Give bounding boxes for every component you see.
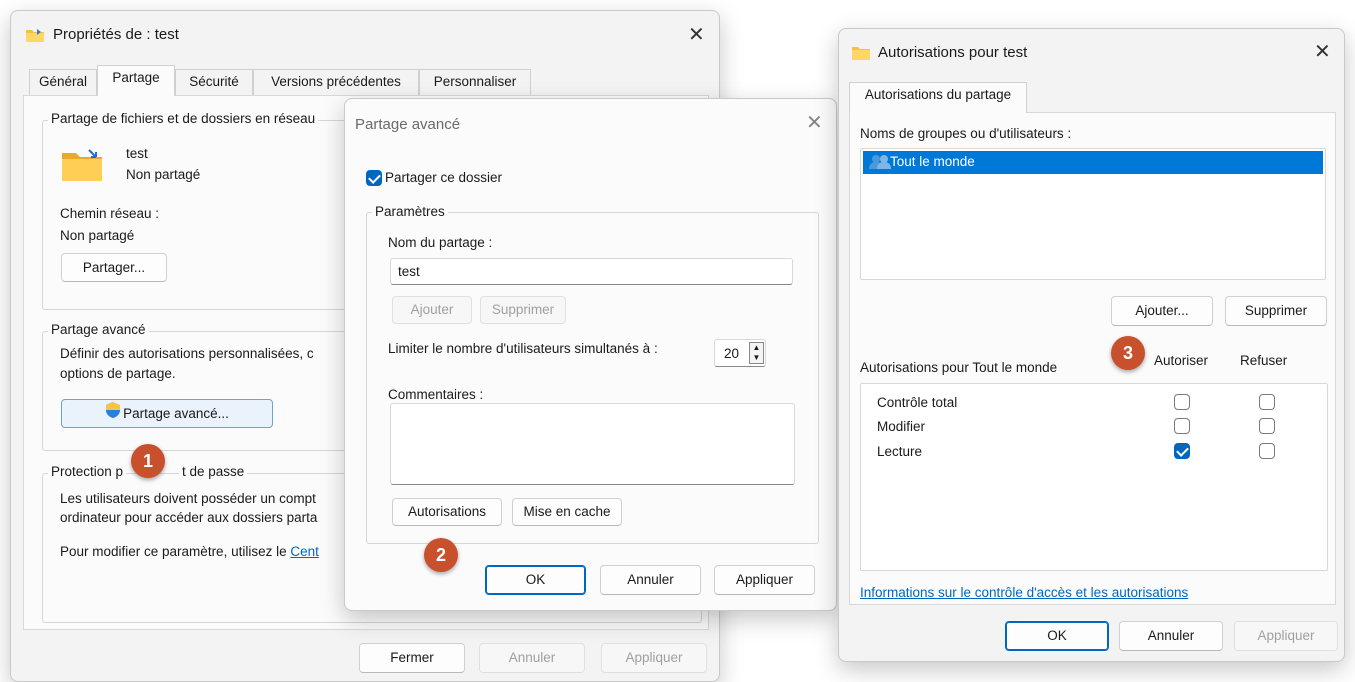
users-list[interactable]: Tout le monde xyxy=(860,148,1326,280)
add-button[interactable]: Ajouter... xyxy=(1111,296,1213,326)
user-name: Tout le monde xyxy=(890,154,975,169)
cache-button[interactable]: Mise en cache xyxy=(512,498,622,526)
user-limit-label: Limiter le nombre d'utilisateurs simulta… xyxy=(388,341,658,356)
share-name-value: test xyxy=(398,264,420,279)
share-folder-label: Partager ce dossier xyxy=(385,170,503,185)
access-control-info-link[interactable]: Informations sur le contrôle d'accès et … xyxy=(860,585,1188,600)
share-folder-checkbox[interactable] xyxy=(366,170,382,186)
close-button[interactable]: Fermer xyxy=(359,643,465,673)
folder-icon xyxy=(25,27,45,46)
settings-group-label: Paramètres xyxy=(372,204,448,219)
deny-header: Refuser xyxy=(1240,353,1288,368)
advanced-sharing-label: Partage avancé xyxy=(48,322,149,337)
tab-share-permissions[interactable]: Autorisations du partage xyxy=(849,82,1027,113)
advanced-sharing-window: Partage avancé ✕ Partager ce dossier Par… xyxy=(344,98,837,611)
apply-button[interactable]: Appliquer xyxy=(714,565,815,595)
password-protection-label-b: t de passe xyxy=(179,464,248,479)
advanced-desc-line2: options de partage. xyxy=(60,366,176,381)
tab-sharing[interactable]: Partage xyxy=(97,65,175,96)
permissions-for-label: Autorisations pour Tout le monde xyxy=(860,360,1058,375)
permissions-panel: Noms de groupes ou d'utilisateurs : Tout… xyxy=(849,112,1336,605)
comments-textarea[interactable] xyxy=(390,403,795,485)
cancel-button[interactable]: Annuler xyxy=(479,643,585,673)
share-button[interactable]: Partager... xyxy=(61,253,167,282)
advanced-sharing-button-label: Partage avancé... xyxy=(123,406,229,421)
permission-name: Modifier xyxy=(877,419,926,434)
allow-header: Autoriser xyxy=(1154,353,1209,368)
network-sharing-label: Partage de fichiers et de dossiers en ré… xyxy=(48,111,319,126)
groups-label: Noms de groupes ou d'utilisateurs : xyxy=(860,126,1072,141)
close-icon[interactable]: ✕ xyxy=(806,113,823,133)
stepper-arrows-icon[interactable]: ▲ ▼ xyxy=(749,342,764,364)
folder-icon xyxy=(851,45,871,64)
password-desc-line1: Les utilisateurs doivent posséder un com… xyxy=(60,491,316,506)
window-title: Autorisations pour test xyxy=(878,44,1028,61)
window-title: Partage avancé xyxy=(355,116,461,133)
apply-button[interactable]: Appliquer xyxy=(1234,621,1338,651)
add-button[interactable]: Ajouter xyxy=(392,296,472,324)
apply-button[interactable]: Appliquer xyxy=(601,643,707,673)
user-limit-stepper[interactable]: 20 ▲ ▼ xyxy=(714,339,766,367)
remove-button[interactable]: Supprimer xyxy=(480,296,566,324)
permissions-list: Contrôle total Modifier Lecture xyxy=(860,383,1328,571)
password-modify-prefix: Pour modifier ce paramètre, utilisez le xyxy=(60,544,291,559)
tab-previous-versions[interactable]: Versions précédentes xyxy=(253,69,419,95)
permission-name: Lecture xyxy=(877,444,923,459)
ok-button[interactable]: OK xyxy=(1005,621,1109,651)
advanced-sharing-button[interactable]: Partage avancé... xyxy=(61,399,273,428)
step-badge-3: 3 xyxy=(1111,336,1145,370)
deny-read-checkbox[interactable] xyxy=(1259,443,1275,459)
allow-read-checkbox[interactable] xyxy=(1174,443,1190,459)
cancel-button[interactable]: Annuler xyxy=(600,565,701,595)
tab-customize[interactable]: Personnaliser xyxy=(419,69,531,95)
shared-folder-icon xyxy=(61,148,103,185)
ok-button[interactable]: OK xyxy=(485,565,586,595)
advanced-desc-line1: Définir des autorisations personnalisées… xyxy=(60,346,314,361)
remove-button[interactable]: Supprimer xyxy=(1225,296,1327,326)
allow-full-control-checkbox[interactable] xyxy=(1174,394,1190,410)
list-item[interactable]: Tout le monde xyxy=(863,151,1323,174)
permission-name: Contrôle total xyxy=(877,395,958,410)
cancel-button[interactable]: Annuler xyxy=(1119,621,1223,651)
network-path-label: Chemin réseau : xyxy=(60,206,160,221)
network-path-value: Non partagé xyxy=(60,228,135,243)
password-protection-label-a: Protection p xyxy=(48,464,127,479)
permissions-window: Autorisations pour test ✕ Autorisations … xyxy=(838,28,1345,662)
shield-icon xyxy=(105,401,121,428)
tab-security[interactable]: Sécurité xyxy=(175,69,253,95)
share-name-label: Nom du partage : xyxy=(388,235,493,250)
deny-full-control-checkbox[interactable] xyxy=(1259,394,1275,410)
network-center-link[interactable]: Cent xyxy=(290,544,319,559)
window-title: Propriétés de : test xyxy=(53,26,179,43)
step-badge-2: 2 xyxy=(424,538,458,572)
user-limit-value: 20 xyxy=(724,346,740,361)
permissions-button[interactable]: Autorisations xyxy=(392,498,502,526)
share-name-input[interactable]: test xyxy=(390,258,793,285)
tab-general[interactable]: Général xyxy=(29,69,97,95)
step-badge-1: 1 xyxy=(131,444,165,478)
comments-label: Commentaires : xyxy=(388,387,484,402)
close-icon[interactable]: ✕ xyxy=(1314,42,1331,62)
close-icon[interactable]: ✕ xyxy=(688,25,705,45)
users-group-icon xyxy=(869,154,891,173)
password-modify-text: Pour modifier ce paramètre, utilisez le … xyxy=(60,544,319,559)
folder-name: test xyxy=(126,146,148,161)
allow-modify-checkbox[interactable] xyxy=(1174,418,1190,434)
folder-status: Non partagé xyxy=(126,167,201,182)
deny-modify-checkbox[interactable] xyxy=(1259,418,1275,434)
password-desc-line2: ordinateur pour accéder aux dossiers par… xyxy=(60,510,318,525)
